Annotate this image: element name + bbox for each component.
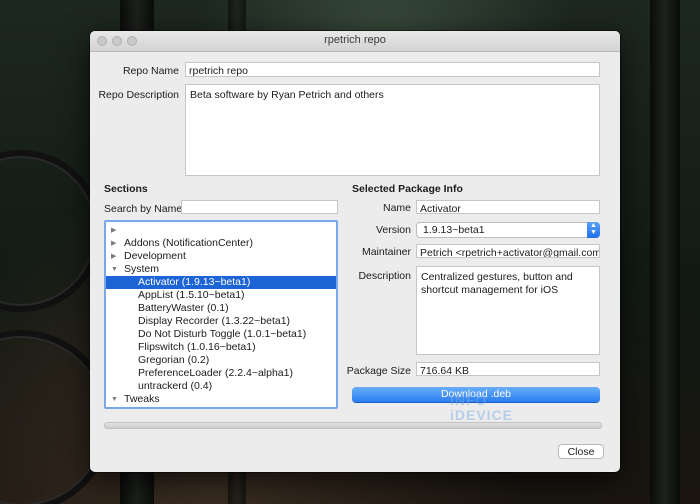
outline-package-row[interactable]: Activator (1.9.13~beta1) — [106, 276, 336, 289]
repo-window: rpetrich repo Repo Name rpetrich repo Re… — [90, 31, 620, 472]
package-description-label: Description — [358, 270, 411, 282]
package-description-field[interactable]: Centralized gestures, button and shortcu… — [416, 266, 600, 355]
outline-row-label: Activator (1.9.13~beta1) — [138, 276, 251, 288]
outline-group-row[interactable]: ▶ Development — [106, 250, 336, 263]
outline-group-row[interactable]: ▶ — [106, 224, 336, 237]
package-size-field: 716.64 KB — [416, 362, 600, 376]
package-name-field[interactable]: Activator — [416, 200, 600, 214]
outline-package-row[interactable]: AppList (1.5.10~beta1) — [106, 289, 336, 302]
close-button[interactable]: Close — [558, 444, 604, 459]
repo-name-label: Repo Name — [122, 65, 179, 77]
tree-trunk — [650, 0, 680, 504]
outline-row-label: Flipswitch (1.0.16~beta1) — [138, 341, 256, 353]
repo-description-field[interactable]: Beta software by Ryan Petrich and others — [185, 84, 600, 176]
disclosure-collapsed-icon[interactable]: ▶ — [111, 224, 116, 237]
package-name-label: Name — [382, 202, 411, 214]
outline-row-label: Addons (NotificationCenter) — [124, 237, 253, 249]
outline-row-label: Tweaks — [124, 393, 160, 405]
search-by-name-label: Search by Name — [104, 203, 183, 215]
version-select[interactable]: 1.9.13~beta1 ▲ ▼ — [416, 222, 600, 238]
outline-package-row[interactable]: Do Not Disturb Toggle (1.0.1~beta1) — [106, 328, 336, 341]
updown-chevron-icon[interactable]: ▲ ▼ — [587, 222, 600, 238]
disclosure-expanded-icon[interactable]: ▼ — [111, 393, 118, 406]
outline-row-label: Gregorian (0.2) — [138, 354, 210, 366]
outline-row-label: PreferenceLoader (2.2.4~alpha1) — [138, 367, 293, 379]
outline-package-row[interactable]: untrackerd (0.4) — [106, 380, 336, 393]
outline-row-label: Display Recorder (1.3.22~beta1) — [138, 315, 291, 327]
sections-outline[interactable]: ▶ ▶ Addons (NotificationCenter) ▶ Developmen… — [104, 220, 338, 409]
outline-package-row[interactable]: PreferenceLoader (2.2.4~alpha1) — [106, 367, 336, 380]
disclosure-expanded-icon[interactable]: ▼ — [111, 263, 118, 276]
outline-package-row[interactable]: Flipswitch (1.0.16~beta1) — [106, 341, 336, 354]
window-title: rpetrich repo — [324, 34, 386, 46]
repo-description-label: Repo Description — [98, 89, 179, 101]
version-label: Version — [375, 224, 411, 236]
outline-package-row[interactable]: Gregorian (0.2) — [106, 354, 336, 367]
outline-row-label: Do Not Disturb Toggle (1.0.1~beta1) — [138, 328, 307, 340]
maintainer-label: Maintainer — [361, 246, 411, 258]
progress-bar — [104, 422, 602, 429]
watermark-line1: INFO — [450, 392, 488, 408]
maintainer-field[interactable]: Petrich <rpetrich+activator@gmail.com> — [416, 244, 600, 258]
outline-row-label: untrackerd (0.4) — [138, 380, 213, 392]
bicycle-wheel — [0, 150, 102, 312]
outline-group-row[interactable]: ▼ System — [106, 263, 336, 276]
disclosure-collapsed-icon[interactable]: ▶ — [111, 237, 116, 250]
outline-group-row[interactable]: ▼ Tweaks — [106, 393, 336, 406]
outline-row-label: System — [124, 263, 160, 275]
outline-row-label: Development — [124, 250, 186, 262]
sections-heading: Sections — [104, 183, 148, 195]
disclosure-collapsed-icon[interactable]: ▶ — [111, 250, 116, 263]
outline-package-row[interactable]: Display Recorder (1.3.22~beta1) — [106, 315, 336, 328]
outline-row-label: BatteryWaster (0.1) — [138, 302, 229, 314]
version-value: 1.9.13~beta1 — [423, 224, 485, 236]
outline-package-row[interactable]: BatteryWaster (0.1) — [106, 302, 336, 315]
package-size-label: Package Size — [346, 365, 411, 377]
title-bar[interactable]: rpetrich repo — [90, 31, 620, 52]
repo-name-field[interactable]: rpetrich repo — [185, 62, 600, 77]
search-by-name-input[interactable] — [181, 200, 338, 214]
outline-row-label: AppList (1.5.10~beta1) — [138, 289, 245, 301]
watermark-line2: iDEVICE — [450, 407, 514, 423]
watermark: INFO iDEVICE — [450, 393, 513, 423]
package-info-heading: Selected Package Info — [352, 183, 463, 195]
outline-group-row[interactable]: ▶ Addons (NotificationCenter) — [106, 237, 336, 250]
